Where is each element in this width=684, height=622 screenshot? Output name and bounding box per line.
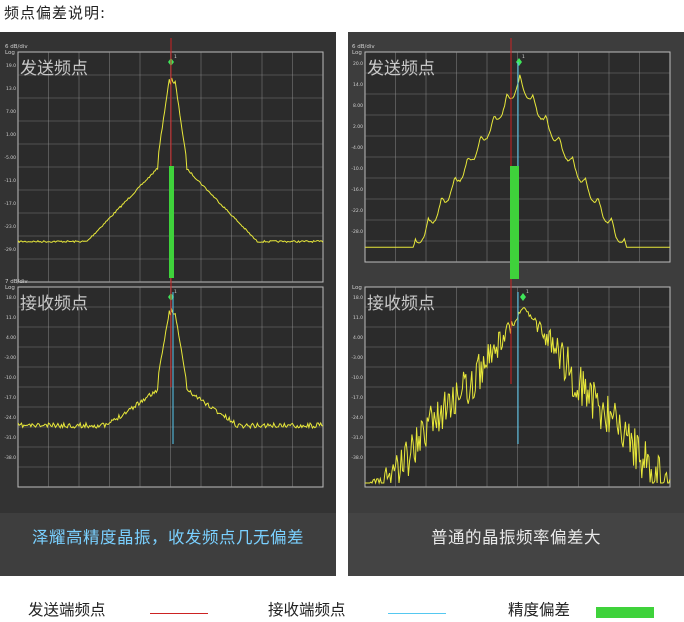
right-bottom-tick: -24.0 (351, 415, 363, 421)
right-bottom-log: Log (352, 285, 362, 291)
left-deviation-bar (169, 166, 174, 278)
right-bottom-tick: 4.00 (353, 335, 363, 341)
right-deviation-bar (510, 166, 519, 279)
caption-right: 普通的晶振频率偏差大 (348, 513, 684, 576)
left-top-marker-label: 1 (174, 54, 177, 60)
left-top-tick: -5.00 (4, 155, 16, 161)
panel-normal-crystal: 6 dB/div Log 20.0 14.0 8.00 2.00 -4.00 -10.0 -16… (348, 32, 684, 576)
right-top-tick: -28.0 (351, 229, 363, 235)
legend-transmit-label: 发送端频点 (28, 601, 106, 619)
right-top-marker-label: 1 (522, 54, 525, 60)
right-top-tick: 8.00 (353, 103, 363, 109)
right-bottom-tick: 11.0 (353, 315, 363, 321)
left-top-tick: -23.0 (4, 224, 16, 230)
left-bottom-tick: -38.0 (4, 455, 16, 461)
right-top-tick: -4.00 (351, 145, 363, 151)
spectrum-plots-left: 6 dB/divLog19.013.07.001.00-5.00-11.0-17… (4, 38, 324, 488)
left-bottom-tick: -3.00 (4, 355, 16, 361)
left-bottom-title: 接收频点 (20, 294, 88, 314)
right-top-tick: 14.0 (353, 82, 363, 88)
left-top-tick: 13.0 (6, 86, 16, 92)
spectrum-plots-right: 6 dB/divLog20.014.08.002.00-4.00-10.0-16… (351, 38, 671, 488)
page-title: 频点偏差说明: (4, 4, 107, 22)
left-bottom-tick: 4.00 (6, 335, 16, 341)
right-top-tick: -16.0 (351, 187, 363, 193)
caption-left: 泽耀高精度晶振，收发频点几无偏差 (0, 513, 336, 576)
right-bottom-tick: -31.0 (351, 435, 363, 441)
left-bottom-tick: -10.0 (4, 375, 16, 381)
left-top-tick: 7.00 (6, 109, 16, 115)
left-bottom-marker-label: 1 (174, 289, 177, 295)
right-bottom-marker-label: 1 (526, 289, 529, 295)
right-bottom-tick: -3.00 (351, 355, 363, 361)
left-top-title: 发送频点 (20, 59, 88, 79)
left-bottom-log: Log (5, 285, 15, 291)
legend-transmit-swatch (150, 613, 208, 614)
left-top-log: Log (5, 50, 15, 56)
legend-receive-label: 接收端频点 (268, 601, 346, 619)
right-top-log: Log (352, 50, 362, 56)
right-top-title: 发送频点 (367, 59, 435, 79)
panel-high-precision: 6 dB/div Log 19.0 13.0 7.00 1.00 -5.00 -11.0 -17… (0, 32, 336, 576)
left-bottom-tick: -24.0 (4, 415, 16, 421)
left-bottom-tick: 11.0 (6, 315, 16, 321)
right-bottom-tick: 18.0 (353, 295, 363, 301)
legend-receive-swatch (388, 613, 446, 614)
right-top-tick: -10.0 (351, 166, 363, 172)
left-top-tick: -11.0 (4, 178, 16, 184)
left-top-tick: 1.00 (6, 132, 16, 138)
right-top-tick: -22.0 (351, 208, 363, 214)
left-top-tick: -29.0 (4, 247, 16, 253)
legend-deviation-label: 精度偏差 (508, 601, 571, 619)
left-top-tick: -17.0 (4, 201, 16, 207)
right-bottom-tick: -38.0 (351, 455, 363, 461)
right-bottom-tick: -17.0 (351, 395, 363, 401)
right-bottom-tick: -10.0 (351, 375, 363, 381)
left-bottom-tick: 18.0 (6, 295, 16, 301)
left-bottom-tick: -31.0 (4, 435, 16, 441)
legend-deviation-swatch (596, 607, 654, 618)
left-top-tick: 19.0 (6, 63, 16, 69)
right-top-tick: 20.0 (353, 61, 363, 67)
left-bottom-tick: -17.0 (4, 395, 16, 401)
right-bottom-title: 接收频点 (367, 294, 435, 314)
right-top-tick: 2.00 (353, 124, 363, 130)
